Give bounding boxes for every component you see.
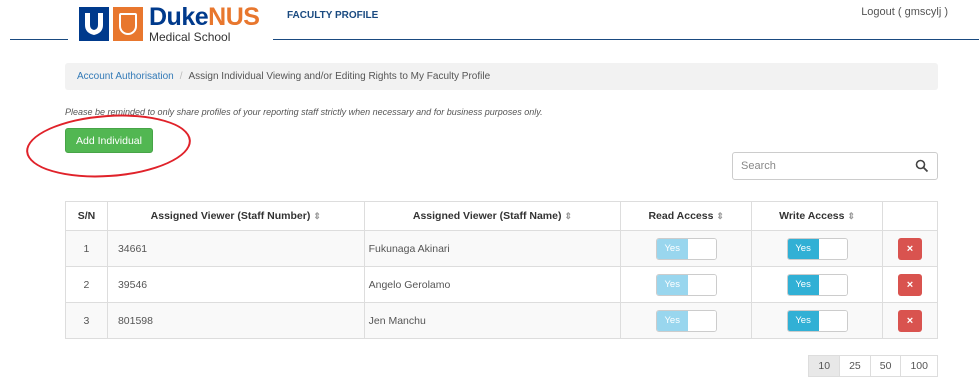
- cell-delete: ×: [882, 230, 938, 267]
- toggle-label: Yes: [787, 310, 819, 331]
- table-row: 2 39546 Angelo Gerolamo Yes Yes ×: [65, 266, 938, 303]
- cell-write-access: Yes: [751, 266, 884, 303]
- delete-button[interactable]: ×: [898, 273, 922, 296]
- logo-duke-text: Duke: [149, 3, 209, 31]
- toggle-label: Yes: [787, 274, 819, 295]
- toggle-label: Yes: [656, 274, 688, 295]
- sort-icon: ⇕: [847, 211, 856, 221]
- cell-staff-name: Fukunaga Akinari: [363, 230, 622, 267]
- page-size-50[interactable]: 50: [869, 355, 902, 377]
- write-access-toggle[interactable]: Yes: [786, 309, 848, 332]
- table-header-row: S/N Assigned Viewer (Staff Number) ⇕ Assi…: [65, 201, 938, 231]
- header-staff-number[interactable]: Assigned Viewer (Staff Number) ⇕: [106, 201, 365, 231]
- page-size-selector: 10 25 50 100: [808, 355, 938, 377]
- header-read-access[interactable]: Read Access ⇕: [620, 201, 753, 231]
- cell-write-access: Yes: [751, 302, 884, 339]
- nus-crest-icon: [113, 7, 143, 41]
- cell-staff-name: Angelo Gerolamo: [363, 266, 622, 303]
- header-actions: [882, 201, 938, 231]
- cell-read-access: Yes: [620, 230, 753, 267]
- write-access-toggle[interactable]: Yes: [786, 237, 848, 260]
- cell-staff-number: 39546: [106, 266, 365, 303]
- cell-staff-number: 34661: [106, 230, 365, 267]
- read-access-toggle[interactable]: Yes: [655, 273, 717, 296]
- logo-subtitle: Medical School: [149, 30, 231, 44]
- search-icon[interactable]: [915, 159, 929, 173]
- cell-delete: ×: [882, 302, 938, 339]
- header-sn: S/N: [65, 201, 108, 231]
- table-row: 3 801598 Jen Manchu Yes Yes ×: [65, 302, 938, 339]
- annotation-circle: [24, 109, 193, 183]
- toggle-label: Yes: [656, 238, 688, 259]
- cell-read-access: Yes: [620, 266, 753, 303]
- delete-button[interactable]: ×: [898, 309, 922, 332]
- read-access-toggle[interactable]: Yes: [655, 309, 717, 332]
- table-row: 1 34661 Fukunaga Akinari Yes Yes ×: [65, 230, 938, 267]
- page-size-25[interactable]: 25: [839, 355, 871, 377]
- cell-delete: ×: [882, 266, 938, 303]
- cell-staff-number: 801598: [106, 302, 365, 339]
- page-size-100[interactable]: 100: [900, 355, 938, 377]
- search-input[interactable]: Search: [732, 152, 938, 180]
- header-rule-left: [10, 39, 68, 40]
- breadcrumb-account-authorisation[interactable]: Account Authorisation: [77, 71, 174, 82]
- write-access-toggle[interactable]: Yes: [786, 273, 848, 296]
- logo-wordmark: DukeNUS Medical School: [149, 3, 260, 44]
- read-access-toggle[interactable]: Yes: [655, 237, 717, 260]
- toggle-label: Yes: [656, 310, 688, 331]
- cell-read-access: Yes: [620, 302, 753, 339]
- search-placeholder: Search: [741, 160, 776, 172]
- logo-nus-text: NUS: [208, 3, 260, 31]
- app-title[interactable]: FACULTY PROFILE: [287, 10, 378, 21]
- header-write-access[interactable]: Write Access ⇕: [751, 201, 884, 231]
- sort-icon: ⇕: [564, 211, 573, 221]
- breadcrumb-separator: /: [179, 71, 183, 82]
- delete-button[interactable]: ×: [898, 237, 922, 260]
- sort-icon: ⇕: [313, 211, 321, 221]
- breadcrumb-current: Assign Individual Viewing and/or Editing…: [188, 71, 491, 82]
- viewer-table: S/N Assigned Viewer (Staff Number) ⇕ Assi…: [65, 201, 938, 339]
- cell-sn: 2: [65, 266, 108, 303]
- cell-staff-name: Jen Manchu: [363, 302, 622, 339]
- breadcrumb: Account Authorisation / Assign Individua…: [65, 63, 938, 90]
- header-staff-name[interactable]: Assigned Viewer (Staff Name) ⇕: [363, 201, 622, 231]
- duke-shield-icon: [79, 7, 109, 41]
- page-size-10[interactable]: 10: [808, 355, 841, 377]
- logout-link[interactable]: Logout ( gmscylj ): [861, 6, 948, 18]
- sort-icon: ⇕: [716, 211, 724, 221]
- cell-sn: 3: [65, 302, 108, 339]
- toggle-label: Yes: [787, 238, 819, 259]
- cell-write-access: Yes: [751, 230, 884, 267]
- dukenus-logo[interactable]: DukeNUS Medical School: [79, 3, 260, 44]
- cell-sn: 1: [65, 230, 108, 267]
- header-rule-right: [273, 39, 979, 40]
